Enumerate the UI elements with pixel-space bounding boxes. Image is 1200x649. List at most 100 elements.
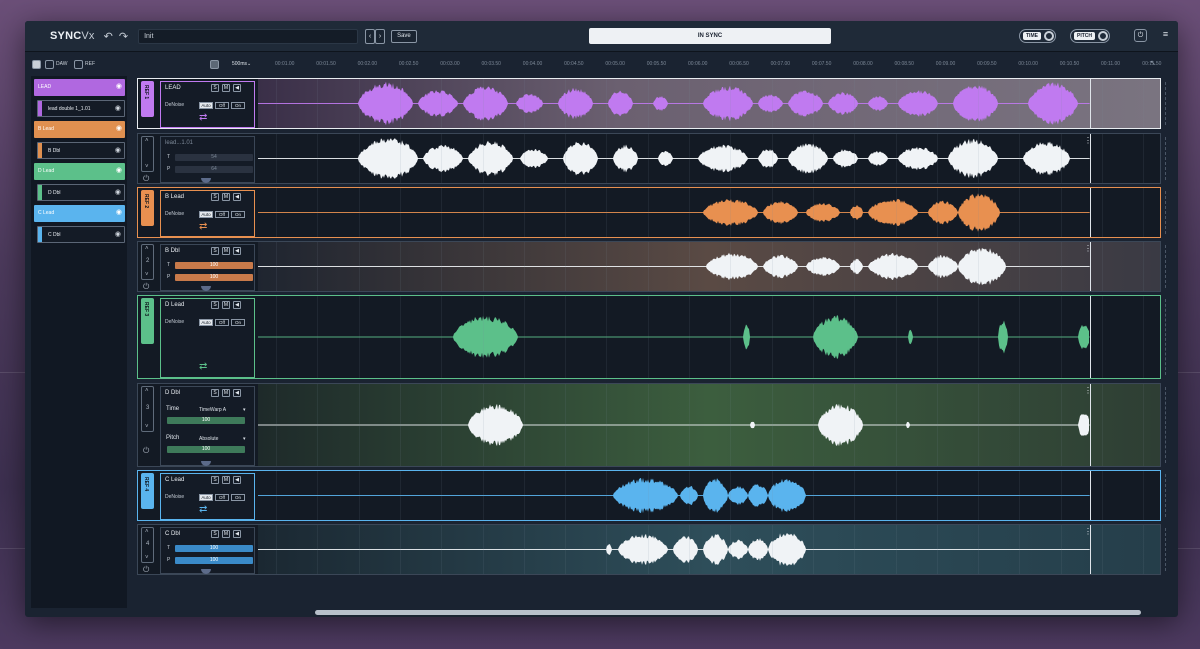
preset-name-field[interactable]: Init xyxy=(138,28,359,44)
waveform[interactable] xyxy=(258,296,1090,378)
visibility-eye-icon[interactable]: ◉ xyxy=(115,143,121,159)
sidebar-track-item[interactable]: B Lead ◉ xyxy=(34,121,125,138)
sidebar-track-item[interactable]: C Lead ◉ xyxy=(34,205,125,222)
pitch-knob-icon[interactable] xyxy=(1098,31,1108,41)
region-menu-icon[interactable]: ⋮ xyxy=(1084,244,1092,253)
expand-handle[interactable] xyxy=(201,286,211,291)
ref-tab[interactable]: REF 3 xyxy=(141,298,154,344)
chevron-up-icon[interactable]: ˄ xyxy=(145,246,149,252)
m-mute-button[interactable]: M xyxy=(222,389,230,397)
expand-handle[interactable] xyxy=(201,569,211,574)
s-solo-button[interactable]: S xyxy=(211,476,219,484)
dropdown-caret-icon[interactable]: ▾ xyxy=(243,436,246,442)
visibility-eye-icon[interactable]: ◉ xyxy=(116,79,122,95)
visibility-eye-icon[interactable]: ◉ xyxy=(115,101,121,117)
settings-icon[interactable]: ⏻ xyxy=(1134,29,1147,42)
denoise-on-button[interactable]: On xyxy=(231,211,245,218)
speaker-icon[interactable]: ◀ xyxy=(233,389,241,397)
region-menu-icon[interactable]: ⋮ xyxy=(1084,136,1092,145)
denoise-off-button[interactable]: Off xyxy=(215,211,229,218)
denoise-on-button[interactable]: On xyxy=(231,102,245,109)
denoise-auto-button[interactable]: Auto xyxy=(199,102,213,109)
waveform-region[interactable] xyxy=(258,79,1160,128)
sidebar-track-item[interactable]: LEAD ◉ xyxy=(34,79,125,96)
t-amount-bar[interactable]: 100 xyxy=(175,262,253,269)
double-tab[interactable]: ˄ 4 ˅ xyxy=(141,527,154,563)
zoom-dropdown[interactable]: 500ms⌄ xyxy=(232,61,251,67)
s-solo-button[interactable]: S xyxy=(211,84,219,92)
horizontal-scrollbar[interactable] xyxy=(315,610,1141,615)
visibility-eye-icon[interactable]: ◉ xyxy=(116,121,122,137)
sidebar-track-item[interactable]: lead double 1_1.01 ◉ xyxy=(37,100,125,117)
redo-icon[interactable]: ↷ xyxy=(119,30,128,43)
waveform[interactable] xyxy=(258,134,1090,183)
preset-prev-button[interactable]: ‹ xyxy=(365,28,376,44)
t-amount-bar[interactable]: 100 xyxy=(175,545,253,552)
m-mute-button[interactable]: M xyxy=(222,247,230,255)
time-toggle[interactable]: TIME xyxy=(1019,29,1056,43)
p-amount-bar[interactable]: 100 xyxy=(175,557,253,564)
visibility-eye-icon[interactable]: ◉ xyxy=(115,185,121,201)
undo-icon[interactable]: ↶ xyxy=(104,30,113,43)
denoise-on-button[interactable]: On xyxy=(231,494,245,501)
power-icon[interactable]: ⏻ xyxy=(143,446,149,456)
double-tab[interactable]: ˄ ˅ xyxy=(141,136,154,172)
preset-next-button[interactable]: › xyxy=(375,28,386,44)
visibility-eye-icon[interactable]: ◉ xyxy=(116,163,122,179)
denoise-off-button[interactable]: Off xyxy=(215,102,229,109)
menu-icon[interactable]: ≡ xyxy=(1159,29,1172,42)
sidebar-track-item[interactable]: C Dbl ◉ xyxy=(37,226,125,243)
s-solo-button[interactable]: S xyxy=(211,193,219,201)
denoise-off-button[interactable]: Off xyxy=(215,494,229,501)
chevron-down-icon[interactable]: ˅ xyxy=(145,164,149,170)
save-button[interactable]: Save xyxy=(391,29,417,43)
grid-icon[interactable] xyxy=(210,60,219,69)
visibility-eye-icon[interactable]: ◉ xyxy=(115,227,121,243)
waveform[interactable] xyxy=(258,242,1090,291)
m-mute-button[interactable]: M xyxy=(222,301,230,309)
ref-toggle[interactable] xyxy=(74,60,83,69)
speaker-icon[interactable]: ◀ xyxy=(233,247,241,255)
chevron-up-icon[interactable]: ˄ xyxy=(145,388,149,394)
sidebar-track-item[interactable]: D Lead ◉ xyxy=(34,163,125,180)
pitch-mode-dropdown[interactable]: Absolute xyxy=(199,436,218,442)
m-mute-button[interactable]: M xyxy=(222,84,230,92)
snap-icon[interactable]: ↖ xyxy=(1150,59,1156,67)
waveform[interactable] xyxy=(258,79,1090,128)
s-solo-button[interactable]: S xyxy=(211,530,219,538)
t-amount-bar[interactable]: 54 xyxy=(175,154,253,161)
denoise-on-button[interactable]: On xyxy=(231,319,245,326)
waveform-region[interactable]: ⋮ xyxy=(258,384,1160,466)
time-amount-bar[interactable]: 100 xyxy=(167,417,245,424)
p-amount-bar[interactable]: 64 xyxy=(175,166,253,173)
ref-tab[interactable]: REF 4 xyxy=(141,473,154,509)
double-tab[interactable]: ˄ 2 ˅ xyxy=(141,244,154,280)
waveform[interactable] xyxy=(258,525,1090,574)
daw-toggle[interactable] xyxy=(45,60,54,69)
speaker-icon[interactable]: ◀ xyxy=(233,84,241,92)
denoise-auto-button[interactable]: Auto xyxy=(199,319,213,326)
s-solo-button[interactable]: S xyxy=(211,247,219,255)
chevron-down-icon[interactable]: ˅ xyxy=(145,272,149,278)
waveform-region[interactable]: ⋮ xyxy=(258,134,1160,183)
select-all-checkbox[interactable] xyxy=(32,60,41,69)
waveform-region[interactable]: ⋮ xyxy=(258,242,1160,291)
waveform[interactable] xyxy=(258,384,1090,466)
denoise-auto-button[interactable]: Auto xyxy=(199,211,213,218)
sidebar-track-item[interactable]: B Dbl ◉ xyxy=(37,142,125,159)
pitch-amount-bar[interactable]: 100 xyxy=(167,446,245,453)
sidebar-track-item[interactable]: D Dbl ◉ xyxy=(37,184,125,201)
waveform-region[interactable] xyxy=(258,188,1160,237)
s-solo-button[interactable]: S xyxy=(211,389,219,397)
chevron-down-icon[interactable]: ˅ xyxy=(145,424,149,430)
power-icon[interactable]: ⏻ xyxy=(143,282,149,292)
ref-tab[interactable]: REF 1 xyxy=(141,81,154,117)
speaker-icon[interactable]: ◀ xyxy=(233,301,241,309)
speaker-icon[interactable]: ◀ xyxy=(233,530,241,538)
p-amount-bar[interactable]: 100 xyxy=(175,274,253,281)
waveform-region[interactable] xyxy=(258,296,1160,378)
time-knob-icon[interactable] xyxy=(1043,31,1054,41)
m-mute-button[interactable]: M xyxy=(222,530,230,538)
denoise-auto-button[interactable]: Auto xyxy=(199,494,213,501)
waveform[interactable] xyxy=(258,471,1090,520)
